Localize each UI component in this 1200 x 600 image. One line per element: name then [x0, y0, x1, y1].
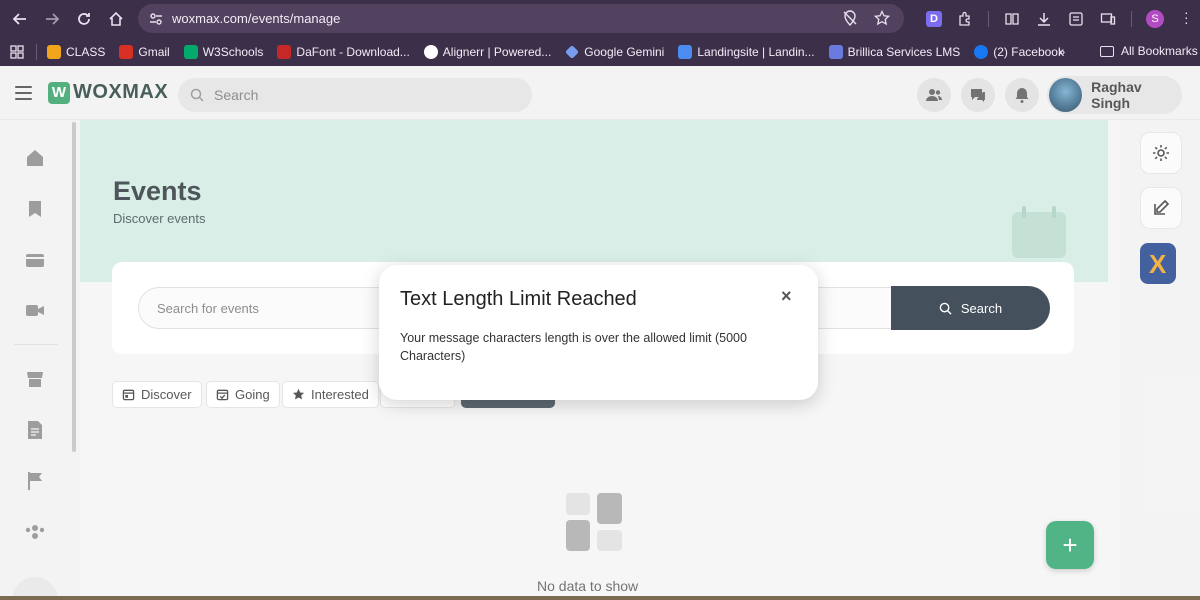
folder-icon — [1100, 45, 1114, 57]
apps-grid-icon[interactable] — [10, 44, 24, 59]
brillica-icon — [828, 44, 843, 59]
reading-mode-icon[interactable] — [1003, 10, 1021, 28]
bookmarks-bar: CLASS Gmail W3Schools DaFont - Download.… — [0, 37, 1200, 66]
address-bar[interactable]: woxmax.com/events/manage — [138, 4, 904, 33]
arrow-right-icon — [46, 12, 60, 25]
text-limit-dialog: Text Length Limit Reached × Your message… — [379, 265, 818, 400]
home-button[interactable] — [100, 3, 132, 35]
bookmark-gmail[interactable]: Gmail — [119, 44, 170, 59]
dialog-title: Text Length Limit Reached — [400, 288, 637, 310]
arrow-left-icon — [12, 12, 26, 25]
all-bookmarks-button[interactable]: All Bookmarks — [1100, 44, 1198, 58]
landingsite-icon — [678, 44, 693, 59]
reload-icon — [78, 12, 90, 25]
alignerr-icon — [423, 44, 438, 59]
bookmark-brillica[interactable]: Brillica Services LMS — [828, 44, 960, 59]
url-text[interactable]: woxmax.com/events/manage — [172, 11, 340, 26]
bookmark-facebook[interactable]: (2) Facebook — [974, 44, 1064, 59]
browser-toolbar: woxmax.com/events/manage D S · · · — [0, 0, 1200, 37]
menu-dots-icon[interactable]: · · · — [1184, 5, 1189, 29]
bookmarks-divider — [36, 43, 37, 60]
close-icon[interactable]: × — [781, 286, 792, 307]
bookmark-landingsite[interactable]: Landingsite | Landin... — [678, 44, 815, 59]
reload-button[interactable] — [68, 3, 100, 35]
bookmark-star-icon[interactable] — [874, 10, 890, 26]
bookmark-class[interactable]: CLASS — [47, 44, 105, 59]
download-icon[interactable] — [1035, 10, 1053, 28]
extensions-icon[interactable] — [956, 10, 974, 28]
profile-avatar[interactable]: S — [1146, 9, 1164, 28]
reading-list-icon[interactable] — [1067, 10, 1085, 28]
facebook-icon — [974, 44, 989, 59]
devices-icon[interactable] — [1099, 10, 1117, 28]
site-settings-icon[interactable] — [148, 11, 164, 27]
extension-d-icon[interactable]: D — [926, 10, 942, 27]
gmail-icon — [119, 44, 134, 59]
more-bookmarks-button[interactable]: » — [1058, 44, 1065, 59]
bookmark-gemini[interactable]: Google Gemini — [565, 45, 664, 59]
forward-button[interactable] — [36, 3, 68, 35]
home-icon — [109, 11, 123, 26]
back-button[interactable] — [4, 3, 36, 35]
w3schools-icon — [183, 44, 198, 59]
bookmark-alignerr[interactable]: Alignerr | Powered... — [423, 44, 551, 59]
dialog-message: Your message characters length is over t… — [400, 331, 747, 363]
dafont-icon — [277, 44, 292, 59]
gemini-icon — [565, 44, 580, 59]
bookmark-dafont[interactable]: DaFont - Download... — [277, 44, 410, 59]
class-favicon-icon — [47, 44, 61, 59]
location-off-icon[interactable] — [842, 10, 858, 26]
bookmark-w3schools[interactable]: W3Schools — [183, 44, 263, 59]
